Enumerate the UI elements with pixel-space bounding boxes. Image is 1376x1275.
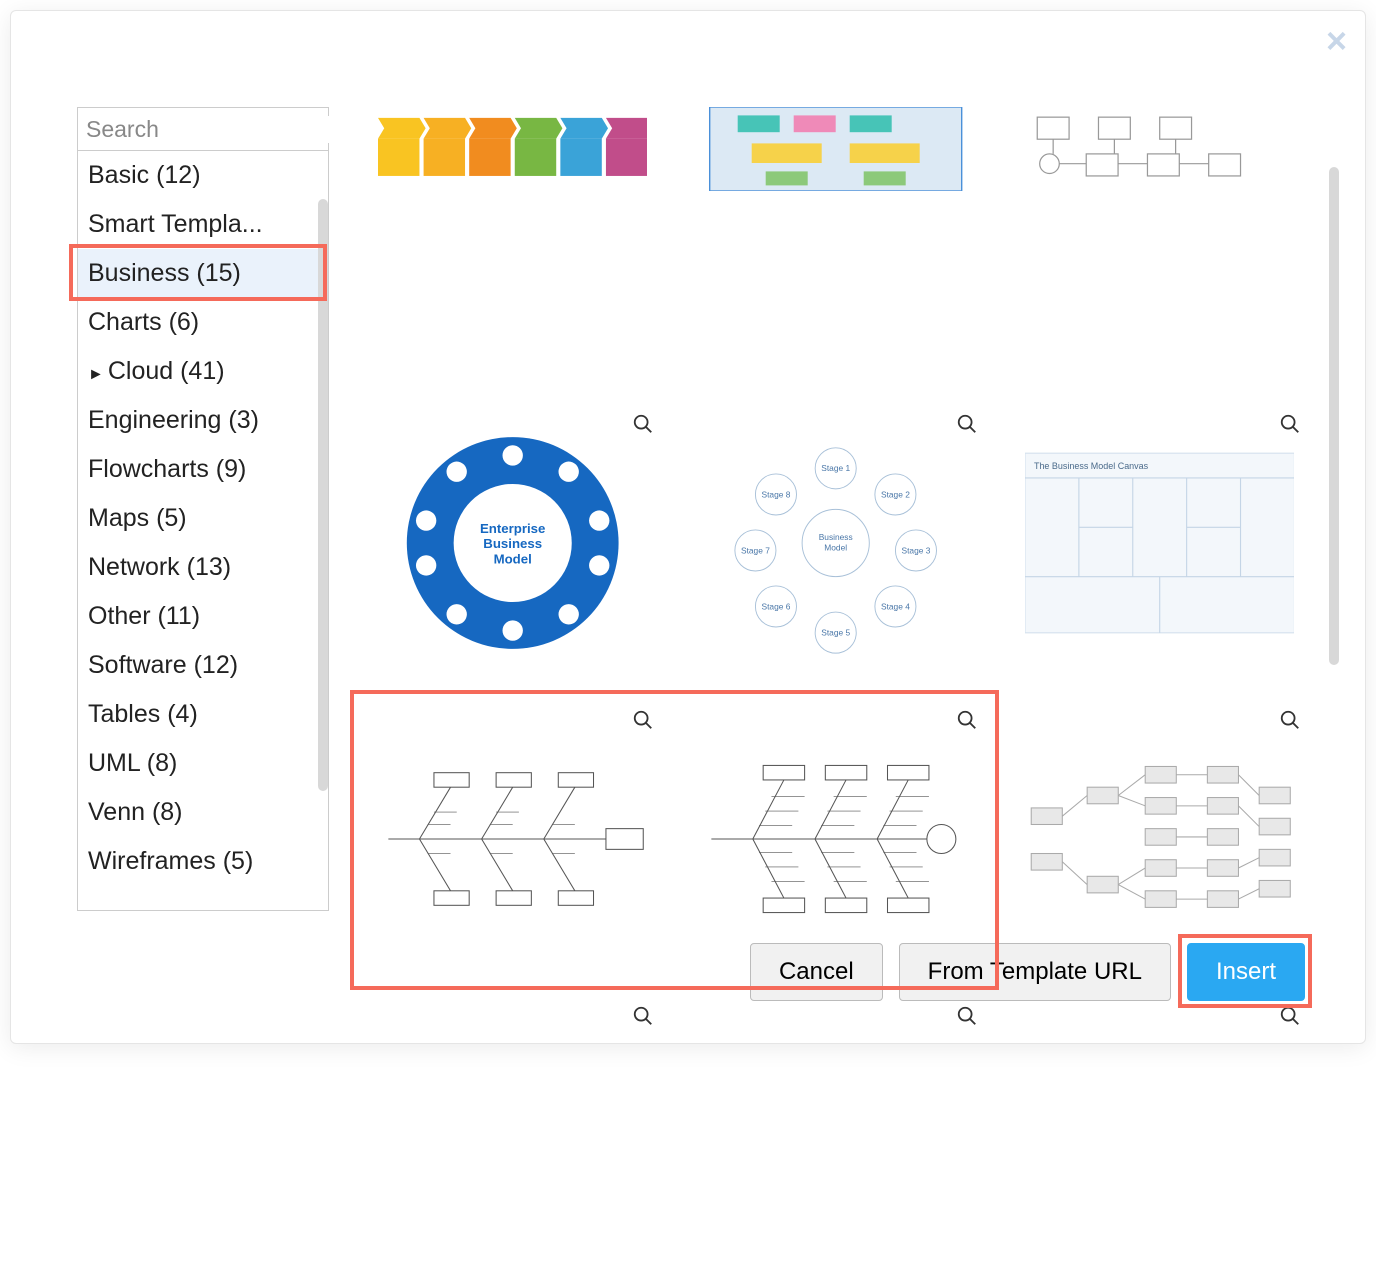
insert-button[interactable]: Insert — [1187, 943, 1305, 1001]
magnify-icon[interactable] — [1279, 413, 1301, 435]
magnify-icon[interactable] — [1279, 709, 1301, 731]
category-item[interactable]: Venn (8) — [78, 788, 328, 837]
category-list[interactable]: Basic (12) Smart Templa... Business (15) Ch… — [77, 151, 329, 911]
svg-text:The Business Model Canvas: The Business Model Canvas — [1034, 461, 1149, 471]
svg-text:Stage 2: Stage 2 — [881, 489, 910, 499]
template-tile[interactable] — [363, 107, 662, 191]
cancel-button[interactable]: Cancel — [750, 943, 883, 1001]
category-label: Basic (12) — [88, 161, 201, 189]
template-tile[interactable] — [686, 107, 985, 191]
dialog-footer: Cancel From Template URL Insert — [750, 943, 1305, 1001]
svg-text:Stage 8: Stage 8 — [762, 489, 791, 499]
category-item[interactable]: ►Cloud (41) — [78, 347, 328, 396]
category-item[interactable]: Flowcharts (9) — [78, 445, 328, 494]
close-icon[interactable]: × — [1326, 23, 1347, 59]
scrollbar[interactable] — [318, 199, 328, 791]
svg-text:Stage 6: Stage 6 — [762, 601, 791, 611]
magnify-icon[interactable] — [632, 709, 654, 731]
template-tile[interactable]: Enterprise Business Model — [363, 403, 662, 683]
category-item[interactable]: Maps (5) — [78, 494, 328, 543]
thumb-canvas: The Business Model Canvas — [1025, 431, 1294, 655]
template-gallery[interactable]: Enterprise Business Model — [339, 107, 1345, 911]
template-tile[interactable] — [1010, 699, 1309, 979]
svg-text:Enterprise: Enterprise — [480, 521, 545, 536]
template-tile[interactable] — [686, 995, 985, 1275]
category-item[interactable]: Smart Templa... — [78, 200, 328, 249]
category-item[interactable]: Charts (6) — [78, 298, 328, 347]
scrollbar[interactable] — [1329, 167, 1339, 665]
category-label: Engineering (3) — [88, 406, 259, 434]
svg-text:Stage 3: Stage 3 — [902, 545, 931, 555]
thumb-fishbone-1 — [378, 727, 647, 951]
svg-text:Model: Model — [825, 542, 848, 552]
category-item[interactable]: Business (15) — [78, 249, 328, 298]
category-label: Network (13) — [88, 553, 231, 581]
magnify-icon[interactable] — [632, 413, 654, 435]
category-label: Business (15) — [88, 259, 241, 287]
template-tile[interactable] — [1010, 107, 1309, 191]
svg-text:Model: Model — [494, 551, 532, 566]
expand-icon: ► — [88, 366, 104, 383]
thumb-process-flow — [378, 107, 647, 191]
thumb-enterprise-circle: Enterprise Business Model — [378, 431, 647, 655]
from-template-url-button[interactable]: From Template URL — [899, 943, 1171, 1001]
category-item[interactable]: Tables (4) — [78, 690, 328, 739]
category-item[interactable]: Network (13) — [78, 543, 328, 592]
category-item[interactable]: Wireframes (5) — [78, 837, 328, 886]
dialog-body: Basic (12) Smart Templa... Business (15) Ch… — [77, 107, 1345, 911]
template-tile[interactable]: The Business Model Canvas — [1010, 403, 1309, 683]
thumb-network-tree — [1025, 727, 1294, 951]
category-label: Other (11) — [88, 602, 200, 630]
template-tile[interactable] — [363, 699, 662, 979]
svg-text:Business: Business — [819, 532, 853, 542]
thumb-fishbone-2 — [701, 727, 970, 951]
magnify-icon[interactable] — [956, 413, 978, 435]
svg-text:Stage 4: Stage 4 — [881, 601, 910, 611]
gallery-row-partial — [363, 107, 1309, 191]
search-wrap — [77, 107, 329, 151]
template-tile[interactable] — [363, 995, 662, 1275]
sidebar: Basic (12) Smart Templa... Business (15) Ch… — [77, 107, 329, 911]
category-item[interactable]: Software (12) — [78, 641, 328, 690]
search-input[interactable] — [86, 116, 382, 143]
svg-text:Business: Business — [483, 536, 542, 551]
thumb-block-diagram — [701, 107, 970, 191]
thumb-bpmn — [1025, 107, 1294, 191]
magnify-icon[interactable] — [632, 1005, 654, 1027]
magnify-icon[interactable] — [956, 1005, 978, 1027]
gallery-wrap: Enterprise Business Model — [339, 107, 1345, 911]
category-label: UML (8) — [88, 749, 177, 777]
template-dialog: × Basic (12) Smart Templa... Business (15)… — [10, 10, 1366, 1044]
category-label: Tables (4) — [88, 700, 198, 728]
category-item[interactable]: Other (11) — [78, 592, 328, 641]
category-label: Wireframes (5) — [88, 847, 253, 875]
category-item[interactable]: Engineering (3) — [78, 396, 328, 445]
svg-text:Stage 5: Stage 5 — [822, 627, 851, 637]
category-item[interactable]: Basic (12) — [78, 151, 328, 200]
category-label: Flowcharts (9) — [88, 455, 246, 483]
category-label: Charts (6) — [88, 308, 199, 336]
category-label: Cloud (41) — [108, 357, 225, 385]
category-label: Software (12) — [88, 651, 238, 679]
thumb-business-stages: BusinessModel Stage 1 Stage 2 Stage 3 Stage… — [701, 431, 970, 655]
magnify-icon[interactable] — [956, 709, 978, 731]
template-tile[interactable] — [686, 699, 985, 979]
category-label: Smart Templa... — [88, 210, 263, 238]
category-label: Venn (8) — [88, 798, 183, 826]
category-label: Maps (5) — [88, 504, 187, 532]
category-item[interactable]: UML (8) — [78, 739, 328, 788]
svg-text:Stage 7: Stage 7 — [741, 545, 770, 555]
magnify-icon[interactable] — [1279, 1005, 1301, 1027]
template-tile[interactable]: BusinessModel Stage 1 Stage 2 Stage 3 Stage… — [686, 403, 985, 683]
template-tile[interactable] — [1010, 995, 1309, 1275]
svg-text:Stage 1: Stage 1 — [822, 463, 851, 473]
